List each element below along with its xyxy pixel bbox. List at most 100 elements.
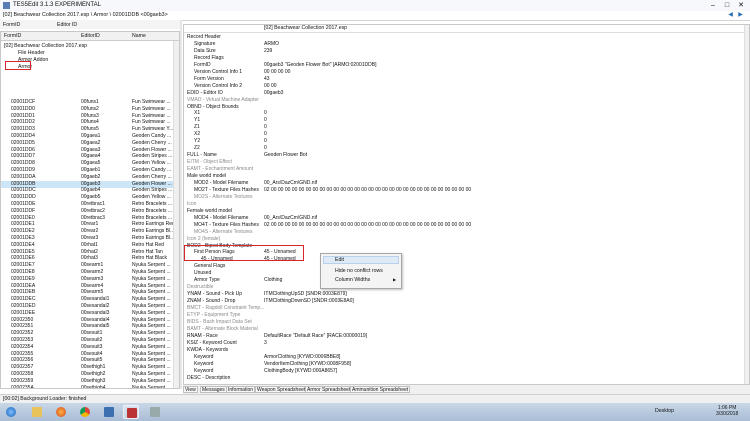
record-field-row[interactable]: RNAM - Race DefaultRace "Default Race" [R… — [184, 333, 744, 340]
field-label: Signature — [194, 40, 216, 47]
tree-node-file-header[interactable]: File Header — [18, 50, 45, 56]
tab-messages[interactable]: Messages — [200, 386, 227, 393]
record-view-pane[interactable]: [02] Beachwear Collection 2017.esp Recor… — [183, 24, 750, 385]
row-editorid: 00sethigh4 — [81, 384, 106, 389]
record-field-row[interactable]: Version Control Info 1 00 00 00 00 — [184, 69, 744, 76]
record-field-row[interactable]: MO4S - Alternate Textures — [184, 229, 744, 236]
record-field-row[interactable]: Z2 0 — [184, 145, 744, 152]
record-field-row[interactable]: Keyword ClothingBody [KYWD:000A8657] — [184, 368, 744, 375]
taskbar-tool[interactable] — [147, 405, 163, 419]
record-field-row[interactable]: Record Header — [184, 34, 744, 41]
record-field-row[interactable]: Female world model — [184, 208, 744, 215]
record-field-row[interactable]: DESC - Description — [184, 375, 744, 382]
record-field-row[interactable]: VMAD - Virtual Machine Adapter — [184, 97, 744, 104]
record-field-row[interactable]: EITM - Object Effect — [184, 159, 744, 166]
field-label: FULL - Name — [187, 152, 217, 159]
desktop-toolbar-label[interactable]: Desktop — [655, 408, 674, 414]
chrome-icon — [80, 407, 90, 417]
start-button[interactable] — [3, 405, 19, 419]
tab-information[interactable]: Information — [226, 386, 256, 393]
field-value: ITMClothingUpSD [SNDR:0003E879] — [264, 291, 347, 298]
record-field-row[interactable]: Keyword ArmorClothing [KYWD:0006BBE8] — [184, 354, 744, 361]
record-field-row[interactable]: General Flags — [184, 263, 744, 270]
record-field-row[interactable]: Data Size 239 — [184, 48, 744, 55]
record-field-row[interactable]: OBND - Object Bounds — [184, 104, 744, 111]
record-field-row[interactable]: Y2 0 — [184, 138, 744, 145]
record-field-row[interactable]: Destructible — [184, 284, 744, 291]
record-field-row[interactable]: BAMT - Alternate Block Material — [184, 326, 744, 333]
record-field-row[interactable]: Male world model — [184, 173, 744, 180]
submenu-arrow-icon: ▶ — [393, 277, 397, 282]
record-field-row[interactable]: ZNAM - Sound - Drop ITMClothingDownSD [SN… — [184, 298, 744, 305]
back-arrow-icon[interactable]: ◀ — [727, 12, 734, 19]
record-field-row[interactable]: X2 0 — [184, 131, 744, 138]
record-tree-pane[interactable]: FormID EditorID Name [02] Beachwear Coll… — [0, 31, 180, 389]
record-field-row[interactable]: KSIZ - Keyword Count 3 — [184, 340, 744, 347]
tab-view[interactable]: View — [183, 386, 198, 393]
maximize-button[interactable]: □ — [720, 1, 734, 10]
record-field-row[interactable]: Keyword VendorItemClothing [KYWD:0008F958… — [184, 361, 744, 368]
record-field-row[interactable]: ETYP - Equipment Type — [184, 312, 744, 319]
formid-filter-label[interactable]: FormID — [3, 22, 20, 28]
minimize-button[interactable]: – — [706, 1, 720, 10]
record-field-row[interactable]: EDID - Editor ID 00gaeb3 — [184, 90, 744, 97]
record-field-row[interactable]: Record Flags — [184, 55, 744, 62]
record-field-row[interactable]: Unused — [184, 270, 744, 277]
record-field-row[interactable]: MOD4 - Model Filename 00_Ars\DazCm\GND.ni… — [184, 215, 744, 222]
right-scrollbar[interactable] — [744, 25, 749, 384]
record-field-row[interactable]: MO2T - Texture Files Hashes 02 00 00 00 0… — [184, 187, 744, 194]
field-value: 0 — [264, 131, 267, 138]
record-field-row[interactable]: YNAM - Sound - Pick Up ITMClothingUpSD [S… — [184, 291, 744, 298]
taskbar-tes5edit[interactable] — [123, 405, 139, 419]
record-field-row[interactable]: Y1 0 — [184, 117, 744, 124]
record-field-row[interactable]: Version Control Info 2 00 00 — [184, 83, 744, 90]
record-field-row[interactable]: BMCT - Ragdoll Constraint Temp... — [184, 305, 744, 312]
col-editorid[interactable]: EditorID — [81, 33, 100, 39]
field-label: Version Control Info 2 — [194, 82, 243, 89]
menu-item-hide-no-conflict-rows[interactable]: Hide no conflict rows — [335, 268, 383, 274]
record-field-row[interactable]: Signature ARMO — [184, 41, 744, 48]
tab-armor-spreadsheet[interactable]: Armor Spreadsheet — [305, 386, 353, 393]
field-label: Female world model — [187, 207, 233, 214]
forward-arrow-icon[interactable]: ▶ — [737, 12, 744, 19]
field-value: 0 — [264, 145, 267, 152]
left-scrollbar[interactable] — [173, 41, 179, 388]
tree-column-header: FormID EditorID Name — [1, 32, 179, 41]
record-field-row[interactable]: MO4T - Texture Files Hashes 02 00 00 00 0… — [184, 222, 744, 229]
taskbar-app[interactable] — [101, 405, 117, 419]
pane-splitter[interactable] — [180, 20, 182, 389]
close-button[interactable]: ✕ — [734, 1, 748, 10]
record-field-row[interactable]: Armor Type Clothing — [184, 277, 744, 284]
col-formid[interactable]: FormID — [4, 33, 21, 39]
field-label: Y1 — [194, 117, 201, 124]
record-field-row[interactable]: MOD2 - Model Filename 00_Ars\DazCm\GND.ni… — [184, 180, 744, 187]
record-field-row[interactable]: KWDA - Keywords — [184, 347, 744, 354]
record-field-row[interactable]: MO2S - Alternate Textures — [184, 194, 744, 201]
record-field-row[interactable]: Icon 2 (female) — [184, 236, 744, 243]
taskbar-firefox[interactable] — [53, 405, 69, 419]
system-clock[interactable]: 1:06 PM 3/30/2018 — [716, 405, 738, 417]
menu-item-column-widths[interactable]: Column Widths — [335, 277, 370, 283]
record-field-row[interactable]: BIDS - Bash Impact Data Set — [184, 319, 744, 326]
record-field-row[interactable]: Z1 0 — [184, 124, 744, 131]
tree-node-plugin[interactable]: [02] Beachwear Collection 2017.esp — [4, 43, 87, 49]
table-row[interactable]: 0200235A 00sethigh4 Nyuka Serpent ... — [1, 384, 173, 389]
record-field-row[interactable]: FULL - Name Geoden Flower Bot — [184, 152, 744, 159]
record-field-row[interactable]: Form Version 43 — [184, 76, 744, 83]
menu-item-edit[interactable]: Edit — [335, 257, 344, 263]
field-label: KSIZ - Keyword Count — [187, 339, 237, 346]
tab-weapon-spreadsheet[interactable]: Weapon Spreadsheet — [255, 386, 308, 393]
record-field-row[interactable]: X1 0 — [184, 110, 744, 117]
editorid-filter-label[interactable]: Editor ID — [57, 22, 77, 28]
record-field-row[interactable]: FormID 00gaeb3 "Geoden Flower Bot" [ARMO:… — [184, 62, 744, 69]
field-value: Clothing — [264, 277, 283, 284]
taskbar-explorer[interactable] — [29, 405, 45, 419]
taskbar-chrome[interactable] — [77, 405, 93, 419]
field-label: X2 — [194, 131, 201, 138]
record-field-row[interactable]: EAMT - Enchantment Amount — [184, 166, 744, 173]
col-name[interactable]: Name — [132, 33, 146, 39]
window-title: TES5Edit 3.1.3 EXPERIMENTAL — [13, 2, 101, 8]
record-field-row[interactable]: Icon — [184, 201, 744, 208]
field-value: DefaultRace "Default Race" [RACE:0000001… — [264, 332, 368, 339]
tab-ammunition-spreadsheet[interactable]: Ammunition Spreadsheet — [350, 386, 411, 393]
